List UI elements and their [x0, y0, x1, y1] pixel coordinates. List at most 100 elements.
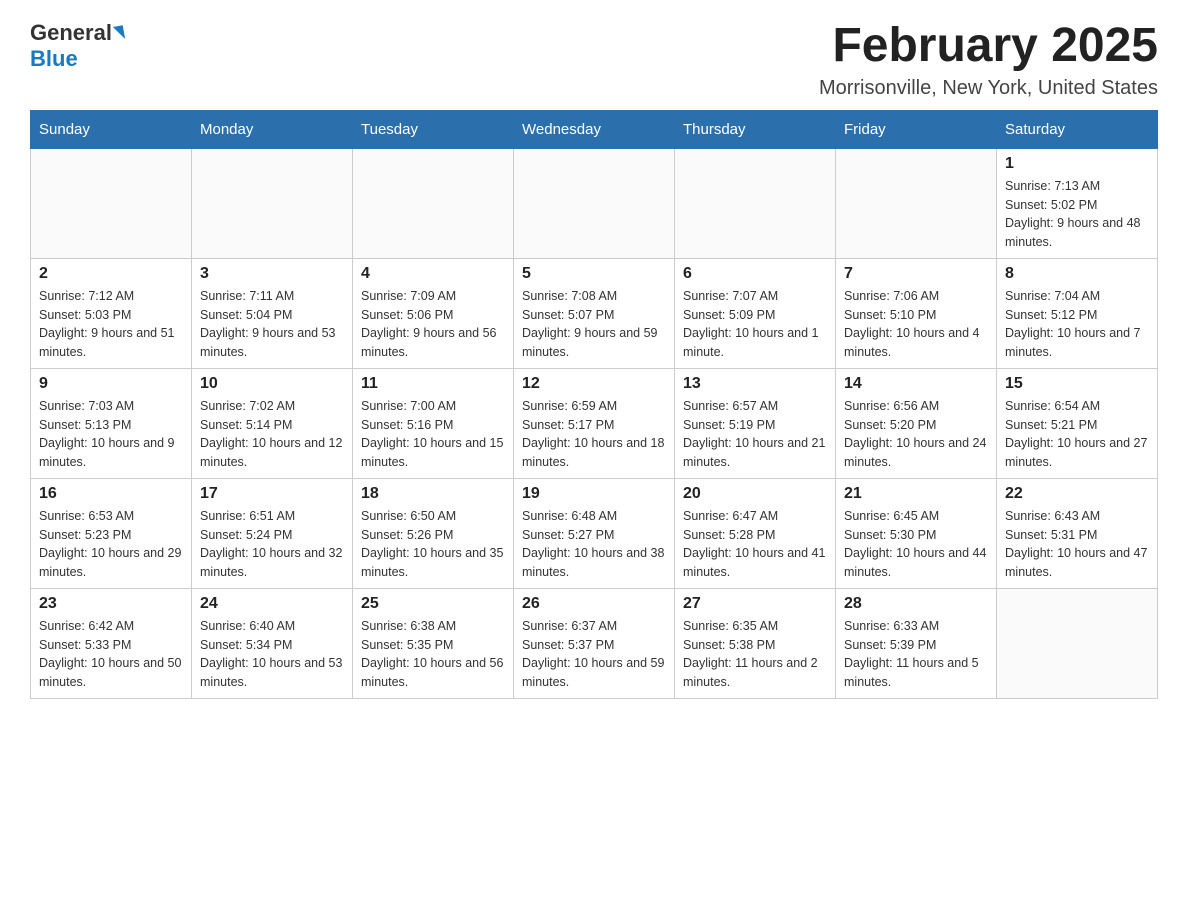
day-info: Sunrise: 7:04 AMSunset: 5:12 PMDaylight:…	[1005, 287, 1149, 362]
logo-arrow-icon	[113, 25, 125, 41]
weekday-header-sunday: Sunday	[31, 110, 192, 148]
day-number: 9	[39, 375, 183, 393]
week-row-2: 2 Sunrise: 7:12 AMSunset: 5:03 PMDaylight…	[31, 258, 1158, 368]
day-number: 15	[1005, 375, 1149, 393]
day-number: 13	[683, 375, 827, 393]
weekday-header-row: SundayMondayTuesdayWednesdayThursdayFrid…	[31, 110, 1158, 148]
day-info: Sunrise: 7:11 AMSunset: 5:04 PMDaylight:…	[200, 287, 344, 362]
day-cell-11: 11 Sunrise: 7:00 AMSunset: 5:16 PMDayligh…	[353, 368, 514, 478]
day-info: Sunrise: 6:43 AMSunset: 5:31 PMDaylight:…	[1005, 507, 1149, 582]
day-number: 2	[39, 265, 183, 283]
day-cell-28: 28 Sunrise: 6:33 AMSunset: 5:39 PMDayligh…	[836, 588, 997, 698]
day-info: Sunrise: 6:48 AMSunset: 5:27 PMDaylight:…	[522, 507, 666, 582]
logo: General Blue	[30, 20, 126, 72]
day-info: Sunrise: 6:47 AMSunset: 5:28 PMDaylight:…	[683, 507, 827, 582]
day-cell-10: 10 Sunrise: 7:02 AMSunset: 5:14 PMDayligh…	[192, 368, 353, 478]
day-number: 24	[200, 595, 344, 613]
day-number: 12	[522, 375, 666, 393]
empty-cell	[353, 148, 514, 258]
day-cell-4: 4 Sunrise: 7:09 AMSunset: 5:06 PMDaylight…	[353, 258, 514, 368]
day-info: Sunrise: 7:02 AMSunset: 5:14 PMDaylight:…	[200, 397, 344, 472]
day-info: Sunrise: 6:59 AMSunset: 5:17 PMDaylight:…	[522, 397, 666, 472]
day-cell-26: 26 Sunrise: 6:37 AMSunset: 5:37 PMDayligh…	[514, 588, 675, 698]
day-cell-24: 24 Sunrise: 6:40 AMSunset: 5:34 PMDayligh…	[192, 588, 353, 698]
day-info: Sunrise: 7:07 AMSunset: 5:09 PMDaylight:…	[683, 287, 827, 362]
day-cell-16: 16Sunrise: 6:53 AMSunset: 5:23 PMDayligh…	[31, 478, 192, 588]
week-row-1: 1 Sunrise: 7:13 AMSunset: 5:02 PMDaylight…	[31, 148, 1158, 258]
day-cell-19: 19 Sunrise: 6:48 AMSunset: 5:27 PMDayligh…	[514, 478, 675, 588]
week-row-5: 23 Sunrise: 6:42 AMSunset: 5:33 PMDayligh…	[31, 588, 1158, 698]
day-number: 3	[200, 265, 344, 283]
logo-blue-text: Blue	[30, 46, 78, 72]
day-number: 10	[200, 375, 344, 393]
weekday-header-thursday: Thursday	[675, 110, 836, 148]
day-number: 1	[1005, 155, 1149, 173]
day-number: 11	[361, 375, 505, 393]
day-info: Sunrise: 6:33 AMSunset: 5:39 PMDaylight:…	[844, 617, 988, 692]
day-number: 21	[844, 485, 988, 503]
day-number: 26	[522, 595, 666, 613]
calendar-table: SundayMondayTuesdayWednesdayThursdayFrid…	[30, 110, 1158, 699]
day-cell-9: 9 Sunrise: 7:03 AMSunset: 5:13 PMDaylight…	[31, 368, 192, 478]
day-info: Sunrise: 6:57 AMSunset: 5:19 PMDaylight:…	[683, 397, 827, 472]
logo-general-text: General	[30, 20, 112, 46]
day-info: Sunrise: 7:12 AMSunset: 5:03 PMDaylight:…	[39, 287, 183, 362]
day-info: Sunrise: 6:54 AMSunset: 5:21 PMDaylight:…	[1005, 397, 1149, 472]
empty-cell	[31, 148, 192, 258]
week-row-3: 9 Sunrise: 7:03 AMSunset: 5:13 PMDaylight…	[31, 368, 1158, 478]
day-cell-14: 14 Sunrise: 6:56 AMSunset: 5:20 PMDayligh…	[836, 368, 997, 478]
day-cell-12: 12 Sunrise: 6:59 AMSunset: 5:17 PMDayligh…	[514, 368, 675, 478]
day-number: 7	[844, 265, 988, 283]
day-number: 25	[361, 595, 505, 613]
day-info: Sunrise: 6:35 AMSunset: 5:38 PMDaylight:…	[683, 617, 827, 692]
day-info: Sunrise: 6:56 AMSunset: 5:20 PMDaylight:…	[844, 397, 988, 472]
day-cell-8: 8 Sunrise: 7:04 AMSunset: 5:12 PMDaylight…	[997, 258, 1158, 368]
day-number: 4	[361, 265, 505, 283]
day-info: Sunrise: 7:09 AMSunset: 5:06 PMDaylight:…	[361, 287, 505, 362]
day-info: Sunrise: 6:38 AMSunset: 5:35 PMDaylight:…	[361, 617, 505, 692]
day-number: 23	[39, 595, 183, 613]
day-number: 8	[1005, 265, 1149, 283]
day-cell-3: 3 Sunrise: 7:11 AMSunset: 5:04 PMDaylight…	[192, 258, 353, 368]
day-info: Sunrise: 6:40 AMSunset: 5:34 PMDaylight:…	[200, 617, 344, 692]
day-cell-17: 17 Sunrise: 6:51 AMSunset: 5:24 PMDayligh…	[192, 478, 353, 588]
day-info: Sunrise: 7:06 AMSunset: 5:10 PMDaylight:…	[844, 287, 988, 362]
day-cell-5: 5 Sunrise: 7:08 AMSunset: 5:07 PMDaylight…	[514, 258, 675, 368]
day-info: Sunrise: 6:45 AMSunset: 5:30 PMDaylight:…	[844, 507, 988, 582]
day-number: 27	[683, 595, 827, 613]
empty-cell	[836, 148, 997, 258]
week-row-4: 16Sunrise: 6:53 AMSunset: 5:23 PMDayligh…	[31, 478, 1158, 588]
day-cell-27: 27 Sunrise: 6:35 AMSunset: 5:38 PMDayligh…	[675, 588, 836, 698]
day-number: 19	[522, 485, 666, 503]
day-cell-2: 2 Sunrise: 7:12 AMSunset: 5:03 PMDaylight…	[31, 258, 192, 368]
day-cell-25: 25 Sunrise: 6:38 AMSunset: 5:35 PMDayligh…	[353, 588, 514, 698]
day-info: Sunrise: 7:08 AMSunset: 5:07 PMDaylight:…	[522, 287, 666, 362]
day-cell-7: 7 Sunrise: 7:06 AMSunset: 5:10 PMDaylight…	[836, 258, 997, 368]
empty-cell	[997, 588, 1158, 698]
day-info: Sunrise: 7:13 AMSunset: 5:02 PMDaylight:…	[1005, 177, 1149, 252]
day-number: 28	[844, 595, 988, 613]
weekday-header-friday: Friday	[836, 110, 997, 148]
day-info: Sunrise: 6:37 AMSunset: 5:37 PMDaylight:…	[522, 617, 666, 692]
empty-cell	[514, 148, 675, 258]
day-number: 6	[683, 265, 827, 283]
day-cell-21: 21 Sunrise: 6:45 AMSunset: 5:30 PMDayligh…	[836, 478, 997, 588]
day-number: 17	[200, 485, 344, 503]
day-number: 18	[361, 485, 505, 503]
title-section: February 2025 Morrisonville, New York, U…	[819, 20, 1158, 100]
day-number: 5	[522, 265, 666, 283]
day-cell-6: 6 Sunrise: 7:07 AMSunset: 5:09 PMDaylight…	[675, 258, 836, 368]
empty-cell	[675, 148, 836, 258]
day-info: Sunrise: 7:00 AMSunset: 5:16 PMDaylight:…	[361, 397, 505, 472]
day-info: Sunrise: 6:50 AMSunset: 5:26 PMDaylight:…	[361, 507, 505, 582]
day-cell-1: 1 Sunrise: 7:13 AMSunset: 5:02 PMDaylight…	[997, 148, 1158, 258]
day-info: Sunrise: 6:42 AMSunset: 5:33 PMDaylight:…	[39, 617, 183, 692]
day-info: Sunrise: 7:03 AMSunset: 5:13 PMDaylight:…	[39, 397, 183, 472]
month-title: February 2025	[819, 20, 1158, 73]
weekday-header-tuesday: Tuesday	[353, 110, 514, 148]
day-cell-22: 22Sunrise: 6:43 AMSunset: 5:31 PMDayligh…	[997, 478, 1158, 588]
location-text: Morrisonville, New York, United States	[819, 77, 1158, 100]
weekday-header-wednesday: Wednesday	[514, 110, 675, 148]
day-number: 14	[844, 375, 988, 393]
day-info: Sunrise: 6:51 AMSunset: 5:24 PMDaylight:…	[200, 507, 344, 582]
